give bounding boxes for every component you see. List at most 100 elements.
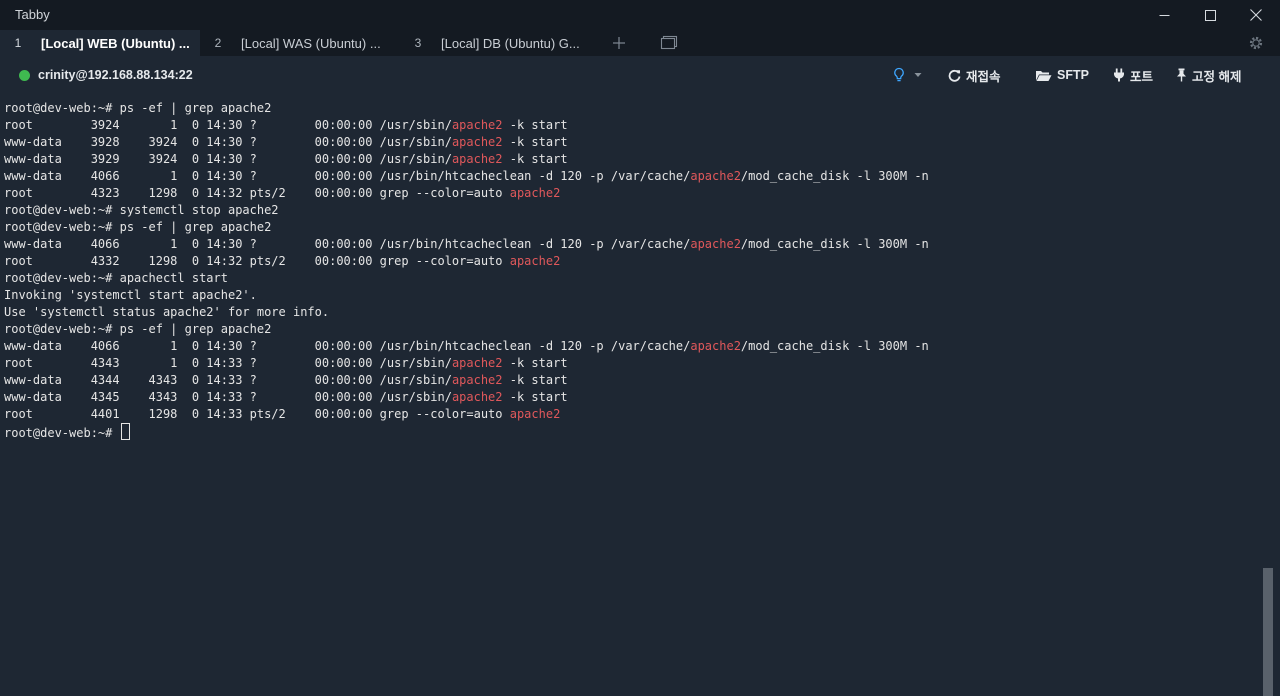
terminal-text: -k start — [502, 152, 568, 166]
minimize-button[interactable] — [1141, 0, 1187, 30]
tab-number: 1 — [14, 36, 22, 50]
terminal-text: root@dev-web:~# systemctl stop apache2 — [4, 203, 279, 217]
terminal-line: root 3924 1 0 14:30 ? 00:00:00 /usr/sbin… — [4, 117, 1260, 134]
terminal-text: Use 'systemctl status apache2' for more … — [4, 305, 330, 319]
terminal-line: root@dev-web:~# — [4, 423, 1260, 440]
terminal-text: www-data 3929 3924 0 14:30 ? 00:00:00 /u… — [4, 152, 452, 166]
terminal-line: www-data 3928 3924 0 14:30 ? 00:00:00 /u… — [4, 134, 1260, 151]
folder-open-icon — [1036, 70, 1052, 81]
tab-bar: 1 [Local] WEB (Ubuntu) ... 2 [Local] WAS… — [0, 30, 1280, 56]
window-stack-icon — [660, 35, 678, 50]
terminal-text: /mod_cache_disk -l 300M -n — [740, 339, 929, 353]
tab-web[interactable]: 1 [Local] WEB (Ubuntu) ... — [0, 30, 200, 56]
terminal-text: root@dev-web:~# — [4, 426, 120, 440]
maximize-button[interactable] — [1187, 0, 1233, 30]
terminal-line: www-data 4066 1 0 14:30 ? 00:00:00 /usr/… — [4, 168, 1260, 185]
terminal-line: www-data 3929 3924 0 14:30 ? 00:00:00 /u… — [4, 151, 1260, 168]
hints-button[interactable] — [893, 66, 927, 84]
highlighted-match: apache2 — [509, 186, 561, 200]
terminal-line: root 4343 1 0 14:33 ? 00:00:00 /usr/sbin… — [4, 355, 1260, 372]
terminal-line: Invoking 'systemctl start apache2'. — [4, 287, 1260, 304]
highlighted-match: apache2 — [451, 356, 503, 370]
tab-db[interactable]: 3 [Local] DB (Ubuntu) G... — [400, 30, 600, 56]
session-toolbar: crinity@192.168.88.134:22 재접속 SFTP 포트 고정… — [0, 56, 1280, 94]
new-tab-button[interactable] — [612, 36, 626, 55]
terminal-line: root@dev-web:~# ps -ef | grep apache2 — [4, 321, 1260, 338]
app-title: Tabby — [15, 7, 50, 22]
terminal-output[interactable]: root@dev-web:~# ps -ef | grep apache2 roo… — [4, 100, 1260, 690]
connection-host: crinity@192.168.88.134:22 — [38, 68, 193, 82]
terminal-text: www-data 4066 1 0 14:30 ? 00:00:00 /usr/… — [4, 237, 691, 251]
terminal-text: www-data 3928 3924 0 14:30 ? 00:00:00 /u… — [4, 135, 452, 149]
terminal-text: root 4343 1 0 14:33 ? 00:00:00 /usr/sbin… — [4, 356, 452, 370]
tab-number: 2 — [214, 36, 222, 50]
tab-overview-button[interactable] — [660, 35, 678, 55]
plug-icon — [1114, 68, 1124, 82]
tab-label: [Local] DB (Ubuntu) G... — [441, 35, 580, 51]
terminal-line: root@dev-web:~# ps -ef | grep apache2 — [4, 219, 1260, 236]
terminal-text: www-data 4344 4343 0 14:33 ? 00:00:00 /u… — [4, 373, 452, 387]
terminal-text: www-data 4066 1 0 14:30 ? 00:00:00 /usr/… — [4, 339, 691, 353]
terminal-text: root@dev-web:~# ps -ef | grep apache2 — [4, 101, 272, 115]
terminal-line: root 4332 1298 0 14:32 pts/2 00:00:00 gr… — [4, 253, 1260, 270]
terminal-line: Use 'systemctl status apache2' for more … — [4, 304, 1260, 321]
unpin-button[interactable]: 고정 해제 — [1176, 66, 1241, 84]
tab-label: [Local] WAS (Ubuntu) ... — [241, 35, 381, 51]
sftp-label: SFTP — [1057, 68, 1089, 82]
terminal-line: www-data 4066 1 0 14:30 ? 00:00:00 /usr/… — [4, 236, 1260, 253]
plus-icon — [613, 37, 625, 49]
terminal-text: /mod_cache_disk -l 300M -n — [740, 237, 929, 251]
terminal-text: -k start — [502, 135, 568, 149]
terminal-cursor — [120, 423, 130, 440]
connection-status: crinity@192.168.88.134:22 — [19, 68, 193, 82]
terminal-line: www-data 4066 1 0 14:30 ? 00:00:00 /usr/… — [4, 338, 1260, 355]
maximize-icon — [1204, 9, 1216, 21]
terminal-line: root@dev-web:~# systemctl stop apache2 — [4, 202, 1260, 219]
terminal-text: root 4401 1298 0 14:33 pts/2 00:00:00 gr… — [4, 407, 510, 421]
terminal-line: root@dev-web:~# ps -ef | grep apache2 — [4, 100, 1260, 117]
title-bar: Tabby — [0, 0, 1280, 30]
terminal-text: root@dev-web:~# ps -ef | grep apache2 — [4, 322, 272, 336]
reload-icon — [948, 69, 961, 82]
terminal-text: www-data 4345 4343 0 14:33 ? 00:00:00 /u… — [4, 390, 452, 404]
terminal-text: Invoking 'systemctl start apache2'. — [4, 288, 257, 302]
terminal-text: root 4332 1298 0 14:32 pts/2 00:00:00 gr… — [4, 254, 510, 268]
ports-button[interactable]: 포트 — [1113, 66, 1153, 84]
terminal-text: -k start — [502, 373, 568, 387]
terminal-text: www-data 4066 1 0 14:30 ? 00:00:00 /usr/… — [4, 169, 691, 183]
tab-was[interactable]: 2 [Local] WAS (Ubuntu) ... — [200, 30, 400, 56]
unpin-label: 고정 해제 — [1192, 69, 1242, 84]
reconnect-label: 재접속 — [966, 69, 1001, 84]
highlighted-match: apache2 — [451, 373, 503, 387]
tab-number: 3 — [414, 36, 422, 50]
reconnect-button[interactable]: 재접속 — [948, 66, 1001, 84]
highlighted-match: apache2 — [509, 407, 561, 421]
terminal-text: -k start — [502, 390, 568, 404]
highlighted-match: apache2 — [690, 237, 741, 251]
tab-label: [Local] WEB (Ubuntu) ... — [41, 35, 190, 51]
close-button[interactable] — [1233, 0, 1279, 30]
highlighted-match: apache2 — [451, 118, 503, 132]
close-icon — [1250, 9, 1262, 21]
gear-icon — [1249, 36, 1263, 50]
terminal-line: root 4323 1298 0 14:32 pts/2 00:00:00 gr… — [4, 185, 1260, 202]
minimize-icon — [1159, 14, 1169, 16]
terminal-text: root@dev-web:~# apachectl start — [4, 271, 228, 285]
terminal-text: -k start — [502, 118, 568, 132]
ports-label: 포트 — [1130, 69, 1154, 84]
terminal-line: root 4401 1298 0 14:33 pts/2 00:00:00 gr… — [4, 406, 1260, 423]
terminal-text: root@dev-web:~# ps -ef | grep apache2 — [4, 220, 272, 234]
highlighted-match: apache2 — [690, 339, 741, 353]
terminal-line: www-data 4345 4343 0 14:33 ? 00:00:00 /u… — [4, 389, 1260, 406]
highlighted-match: apache2 — [451, 152, 503, 166]
sftp-button[interactable]: SFTP — [1035, 66, 1089, 84]
lightbulb-icon — [894, 67, 904, 82]
terminal-scrollbar[interactable] — [1263, 568, 1273, 696]
terminal-text: -k start — [502, 356, 568, 370]
highlighted-match: apache2 — [451, 390, 503, 404]
settings-button[interactable] — [1248, 35, 1264, 56]
highlighted-match: apache2 — [690, 169, 741, 183]
status-dot — [19, 69, 30, 81]
terminal-line: root@dev-web:~# apachectl start — [4, 270, 1260, 287]
caret-down-icon — [914, 73, 922, 77]
